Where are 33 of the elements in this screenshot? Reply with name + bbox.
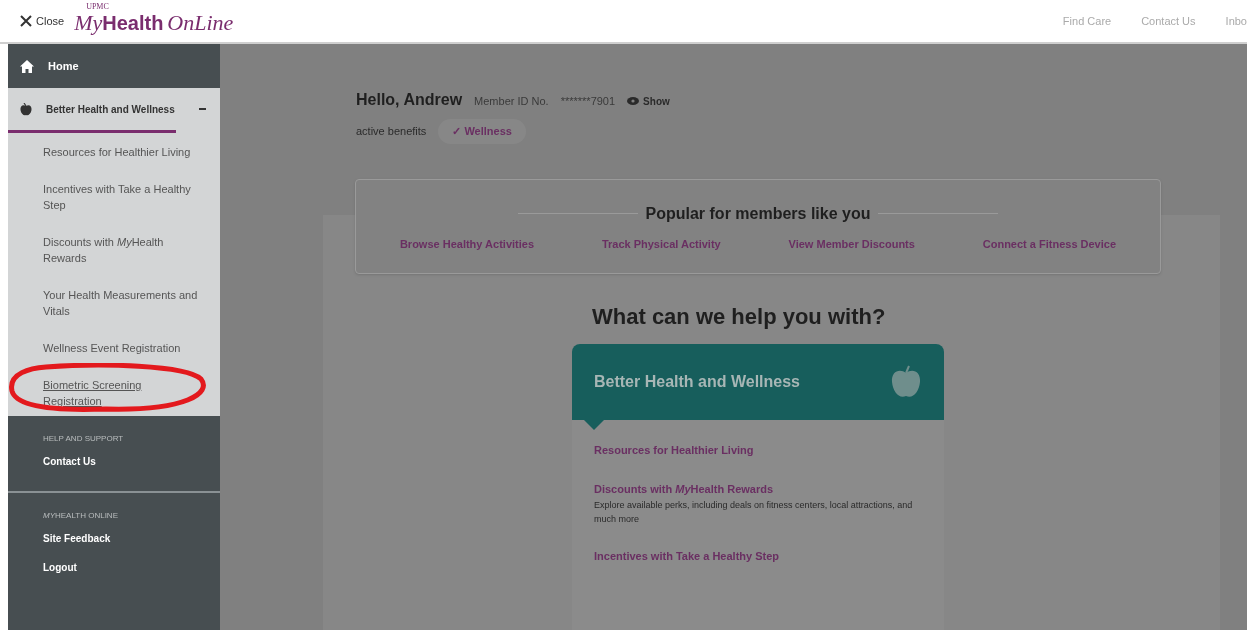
logo-small-text: UPMC bbox=[86, 1, 109, 13]
eye-icon bbox=[627, 97, 640, 105]
group-heading: HELP AND SUPPORT bbox=[43, 433, 125, 445]
help-heading: What can we help you with? bbox=[592, 302, 887, 331]
card-link[interactable]: Incentives with Take a Healthy Step bbox=[594, 548, 922, 565]
sidebar-link[interactable]: Discounts with MyHealth Rewards bbox=[43, 234, 201, 266]
card-link[interactable]: Resources for Healthier Living bbox=[594, 442, 922, 459]
sidebar-link[interactable]: Your Health Measurements and Vitals bbox=[43, 287, 201, 319]
home-icon bbox=[20, 59, 34, 73]
member-id: *******7901 bbox=[560, 94, 616, 109]
sidebar-link[interactable]: Resources for Healthier Living bbox=[43, 144, 201, 160]
sidebar-section[interactable]: Better Health and Wellness bbox=[8, 88, 220, 130]
benefit-badge: ✓ Wellness bbox=[438, 119, 526, 144]
group-heading: MYHEALTH ONLINE bbox=[43, 510, 119, 522]
sidebar-link[interactable]: Wellness Event Registration bbox=[43, 340, 201, 356]
section-title: Popular for members like you bbox=[645, 203, 871, 224]
sidebar-link[interactable]: Logout bbox=[43, 560, 185, 575]
close-button[interactable]: Close bbox=[20, 12, 65, 30]
sidebar-link[interactable]: Site Feedback bbox=[43, 531, 185, 546]
apple-icon bbox=[20, 102, 32, 116]
member-id-label: Member ID No. bbox=[474, 94, 549, 109]
sidebar-link[interactable]: Incentives with Take a Healthy Step bbox=[43, 181, 201, 213]
benefits-label: active benefits bbox=[356, 124, 427, 139]
card-title: Better Health and Wellness bbox=[594, 372, 800, 392]
apple-icon bbox=[890, 364, 922, 400]
card-link[interactable]: Discounts with MyHealth Rewards bbox=[594, 480, 922, 497]
sidebar-item[interactable]: Home bbox=[8, 44, 220, 88]
link-description: Explore available perks, including deals on fitness centers, local attractions, and much more bbox=[594, 499, 914, 526]
greeting: Hello, Andrew bbox=[356, 90, 463, 110]
show-button[interactable]: Show bbox=[627, 93, 670, 109]
close-icon bbox=[20, 15, 32, 27]
logo[interactable]: MyHealth OnLine bbox=[74, 12, 234, 34]
sidebar-link[interactable]: Contact Us bbox=[43, 454, 185, 469]
